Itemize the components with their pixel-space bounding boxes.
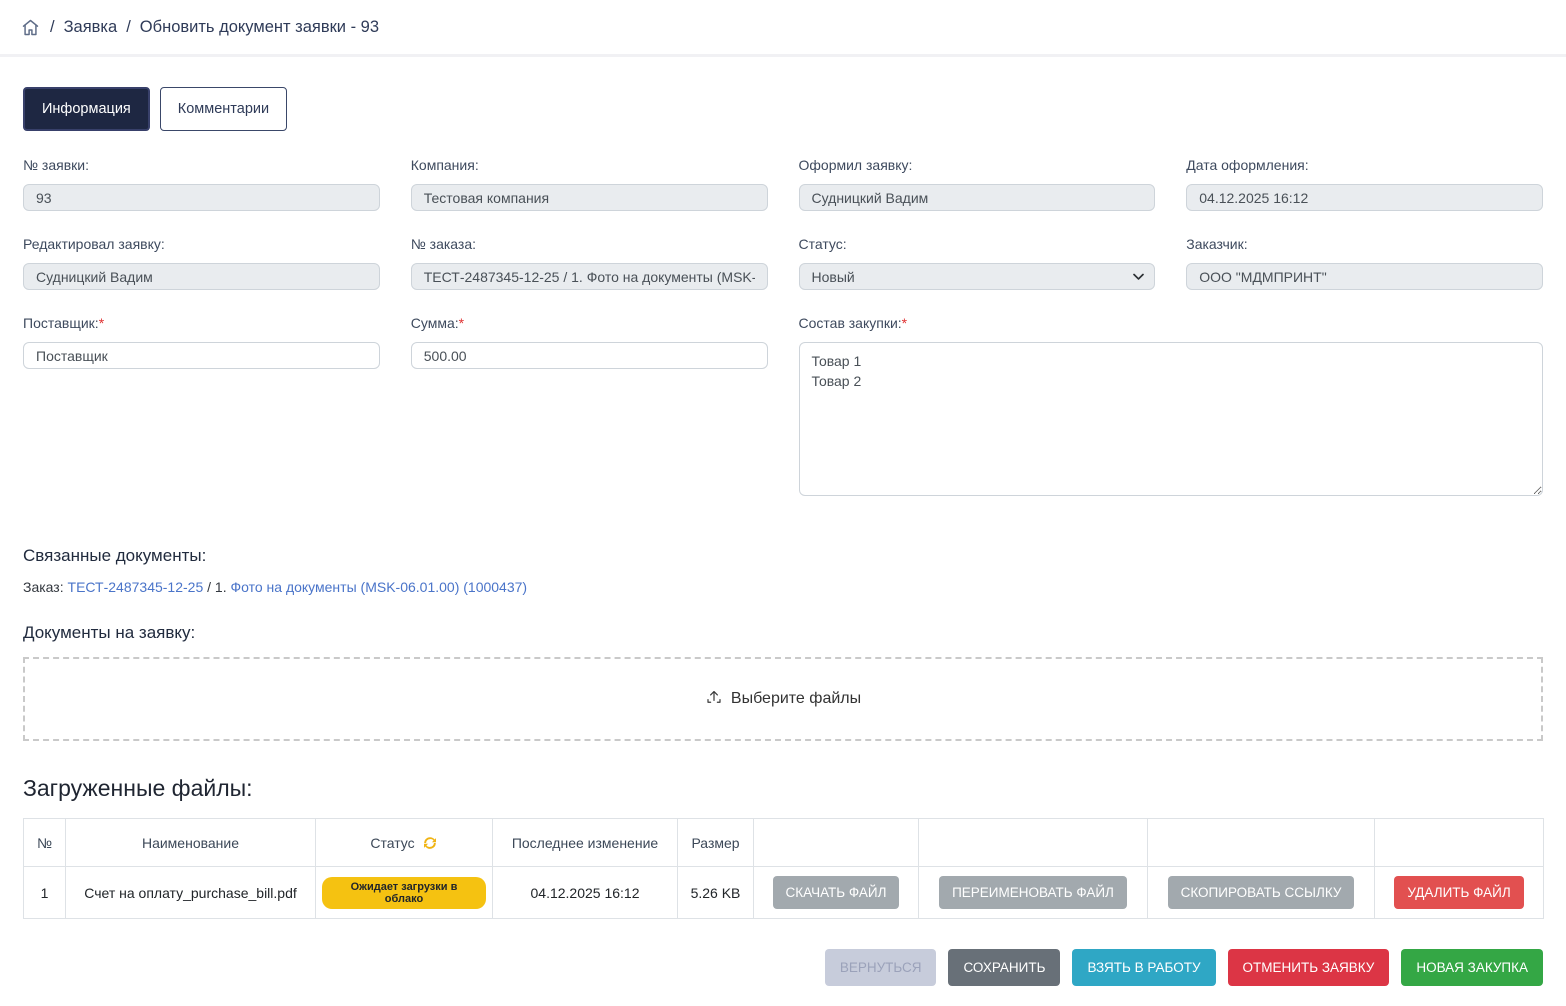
field-purchase-content: Состав закупки:* Товар 1 Товар 2: [799, 315, 1544, 501]
field-label: Состав закупки:*: [799, 315, 1544, 331]
status-badge: Ожидает загрузки в облако: [322, 877, 486, 909]
table-header-row: № Наименование Статус Последнее изменени…: [24, 819, 1544, 867]
linked-documents-heading: Связанные документы:: [23, 546, 1543, 566]
field-company: Компания:: [411, 157, 768, 211]
field-created-date: Дата оформления:: [1186, 157, 1543, 211]
field-label: Заказчик:: [1186, 236, 1543, 252]
field-label: Оформил заявку:: [799, 157, 1156, 173]
field-request-number: № заявки:: [23, 157, 380, 211]
order-link[interactable]: ТЕСТ-2487345-12-25: [68, 579, 204, 595]
file-num: 1: [24, 867, 66, 919]
order-separator: / 1.: [203, 579, 230, 595]
linked-documents-section: Связанные документы: Заказ: ТЕСТ-2487345…: [23, 546, 1543, 595]
field-label: Редактировал заявку:: [23, 236, 380, 252]
supplier-input[interactable]: [23, 342, 380, 369]
file-dropzone[interactable]: Выберите файлы: [23, 657, 1543, 741]
tab-bar: Информация Комментарии: [23, 87, 1543, 131]
field-edited-by: Редактировал заявку:: [23, 236, 380, 290]
download-file-button[interactable]: СКАЧАТЬ ФАЙЛ: [773, 876, 900, 909]
uploaded-files-table: № Наименование Статус Последнее изменени…: [23, 818, 1544, 919]
breadcrumb-separator: /: [50, 18, 55, 37]
field-label: Сумма:*: [411, 315, 768, 331]
field-amount: Сумма:*: [411, 315, 768, 501]
company-input[interactable]: [411, 184, 768, 211]
page-title: Обновить документ заявки - 93: [140, 18, 379, 37]
field-order-number: № заказа:: [411, 236, 768, 290]
order-number-input[interactable]: [411, 263, 768, 290]
copy-link-button[interactable]: СКОПИРОВАТЬ ССЫЛКУ: [1168, 876, 1355, 909]
col-modified: Последнее изменение: [493, 819, 678, 867]
col-action-download: [754, 819, 919, 867]
field-label: № заказа:: [411, 236, 768, 252]
order-item-link[interactable]: Фото на документы (MSK-06.01.00) (100043…: [230, 579, 527, 595]
field-status: Статус: Новый: [799, 236, 1156, 290]
file-status-cell: Ожидает загрузки в облако: [316, 867, 493, 919]
request-form: № заявки: Компания: Оформил заявку: Дата…: [23, 157, 1543, 526]
col-action-rename: [919, 819, 1148, 867]
amount-input[interactable]: [411, 342, 768, 369]
linked-document-line: Заказ: ТЕСТ-2487345-12-25 / 1. Фото на д…: [23, 579, 1543, 595]
file-row: 1 Счет на оплату_purchase_bill.pdf Ожида…: [24, 867, 1544, 919]
footer-actions: ВЕРНУТЬСЯ СОХРАНИТЬ ВЗЯТЬ В РАБОТУ ОТМЕН…: [23, 949, 1543, 986]
col-status: Статус: [316, 819, 493, 867]
created-date-input[interactable]: [1186, 184, 1543, 211]
documents-heading: Документы на заявку:: [23, 623, 1543, 643]
field-label: № заявки:: [23, 157, 380, 173]
field-created-by: Оформил заявку:: [799, 157, 1156, 211]
uploaded-files-heading: Загруженные файлы:: [23, 775, 1543, 802]
required-asterisk: *: [902, 315, 907, 331]
field-label: Статус:: [799, 236, 1156, 252]
customer-input[interactable]: [1186, 263, 1543, 290]
col-size: Размер: [678, 819, 754, 867]
file-modified: 04.12.2025 16:12: [493, 867, 678, 919]
tab-comments[interactable]: Комментарии: [160, 87, 287, 131]
order-prefix: Заказ:: [23, 579, 68, 595]
cancel-request-button[interactable]: ОТМЕНИТЬ ЗАЯВКУ: [1228, 949, 1390, 986]
breadcrumb-section-link[interactable]: Заявка: [64, 18, 118, 37]
request-number-input[interactable]: [23, 184, 380, 211]
delete-file-button[interactable]: УДАЛИТЬ ФАЙЛ: [1394, 876, 1523, 909]
field-label: Компания:: [411, 157, 768, 173]
rename-file-button[interactable]: ПЕРЕИМЕНОВАТЬ ФАЙЛ: [939, 876, 1127, 909]
field-label: Поставщик:*: [23, 315, 380, 331]
field-label: Дата оформления:: [1186, 157, 1543, 173]
field-supplier: Поставщик:*: [23, 315, 380, 501]
required-asterisk: *: [459, 315, 464, 331]
dropzone-label: Выберите файлы: [731, 690, 861, 708]
home-icon[interactable]: [20, 17, 41, 38]
new-purchase-button[interactable]: НОВАЯ ЗАКУПКА: [1401, 949, 1543, 986]
file-name: Счет на оплату_purchase_bill.pdf: [66, 867, 316, 919]
take-to-work-button[interactable]: ВЗЯТЬ В РАБОТУ: [1072, 949, 1215, 986]
required-asterisk: *: [99, 315, 104, 331]
upload-icon: [705, 688, 723, 711]
refresh-status-icon[interactable]: [422, 835, 438, 851]
edited-by-input[interactable]: [23, 263, 380, 290]
col-name: Наименование: [66, 819, 316, 867]
purchase-content-textarea[interactable]: Товар 1 Товар 2: [799, 342, 1544, 496]
back-button[interactable]: ВЕРНУТЬСЯ: [825, 949, 937, 986]
col-action-delete: [1375, 819, 1544, 867]
breadcrumb-separator: /: [126, 18, 131, 37]
save-button[interactable]: СОХРАНИТЬ: [948, 949, 1060, 986]
tab-information[interactable]: Информация: [23, 87, 150, 131]
field-customer: Заказчик:: [1186, 236, 1543, 290]
col-action-copy: [1148, 819, 1375, 867]
col-num: №: [24, 819, 66, 867]
breadcrumb: / Заявка / Обновить документ заявки - 93: [0, 0, 1566, 57]
created-by-input[interactable]: [799, 184, 1156, 211]
file-size: 5.26 KB: [678, 867, 754, 919]
status-select[interactable]: Новый: [799, 263, 1156, 290]
